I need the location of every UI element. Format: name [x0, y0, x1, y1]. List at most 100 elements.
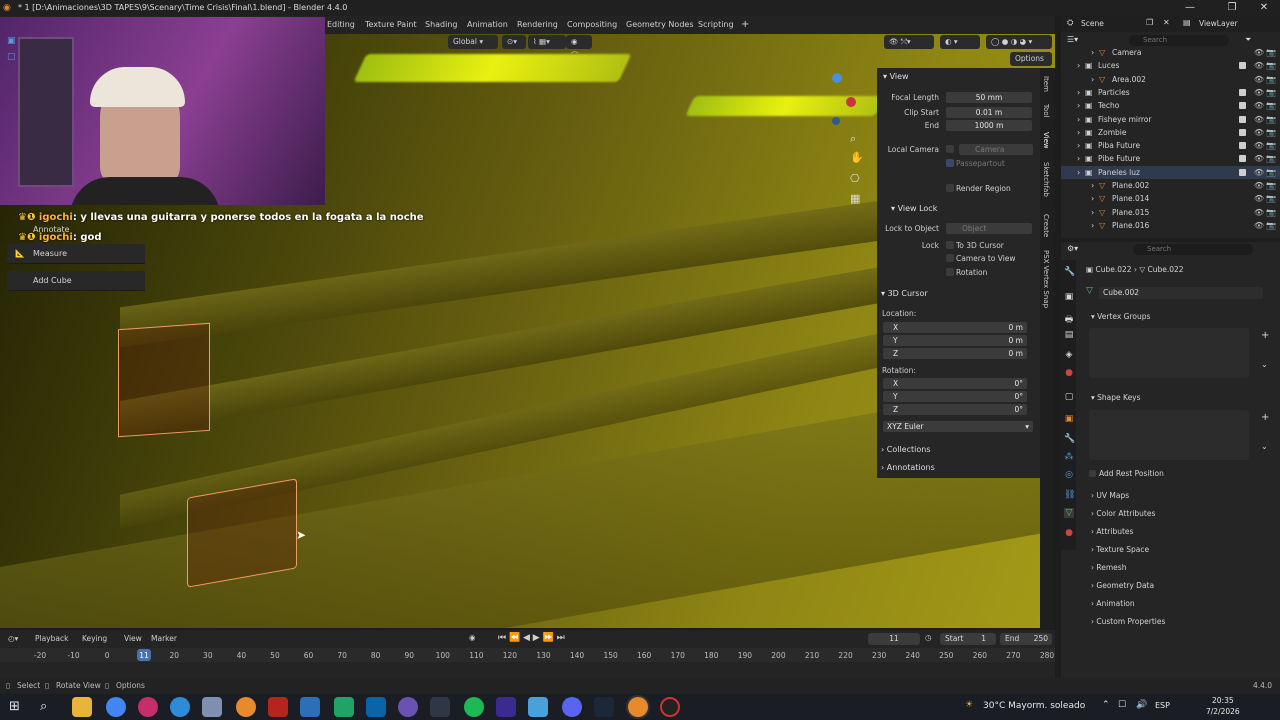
- tab-view[interactable]: View: [1042, 132, 1050, 149]
- render-visibility-icon[interactable]: 📷: [1266, 192, 1276, 205]
- tab-editing[interactable]: Editing: [322, 16, 360, 34]
- visibility-dropdown[interactable]: 👁 ⤲▾: [884, 35, 934, 49]
- marker-menu[interactable]: Marker: [151, 634, 177, 643]
- tab-tool[interactable]: Tool: [1042, 104, 1050, 118]
- render-visibility-icon[interactable]: 📷: [1266, 166, 1276, 179]
- local-camera-field[interactable]: Camera: [959, 144, 1033, 155]
- expand-arrow-icon[interactable]: ›: [1077, 152, 1080, 165]
- clock-date[interactable]: 7/2/2026: [1206, 707, 1240, 716]
- exclude-checkbox[interactable]: [1239, 155, 1246, 163]
- exclude-checkbox[interactable]: [1239, 168, 1246, 176]
- tool-add-cube[interactable]: Add Cube: [7, 271, 145, 291]
- file-explorer-icon[interactable]: [72, 697, 92, 717]
- tool-props-icon[interactable]: 🔧: [1064, 267, 1075, 277]
- timeline-editor-icon[interactable]: ◴▾: [8, 634, 18, 643]
- lock-to-object-field[interactable]: Object: [946, 223, 1032, 234]
- visibility-eye-icon[interactable]: 👁: [1254, 139, 1264, 152]
- discord-icon[interactable]: [562, 697, 582, 717]
- rotation-mode-dropdown[interactable]: XYZ Euler ▾: [883, 421, 1033, 432]
- outliner-row[interactable]: › ▣ Piba Future 👁 📷: [1061, 139, 1280, 152]
- end-frame-field[interactable]: End 250: [1000, 633, 1052, 645]
- start-frame-field[interactable]: Start 1: [940, 633, 996, 645]
- vertex-groups-list[interactable]: [1089, 328, 1249, 378]
- display-mode-icon[interactable]: ☰▾: [1067, 35, 1078, 44]
- exclude-checkbox[interactable]: [1239, 128, 1246, 136]
- outliner-row[interactable]: › ▣ Particles 👁 📷: [1061, 86, 1280, 99]
- cursor-loc-x-field[interactable]: X 0 m: [883, 322, 1027, 333]
- notepad-icon[interactable]: [528, 697, 548, 717]
- editor-type-icon[interactable]: ⚙▾: [1067, 244, 1078, 253]
- view-layer-props-icon[interactable]: ▤: [1064, 330, 1074, 340]
- video-app-icon[interactable]: [268, 697, 288, 717]
- uv-maps-header[interactable]: › UV Maps: [1091, 491, 1129, 500]
- filter-icon[interactable]: ⏷: [1245, 35, 1251, 45]
- render-visibility-icon[interactable]: 📷: [1266, 206, 1276, 219]
- render-visibility-icon[interactable]: 📷: [1266, 152, 1276, 165]
- texture-space-header[interactable]: › Texture Space: [1091, 545, 1149, 554]
- particles-props-icon[interactable]: ⁂: [1064, 452, 1074, 462]
- render-visibility-icon[interactable]: 📷: [1266, 73, 1276, 86]
- selected-object-outline[interactable]: [118, 322, 210, 438]
- proportional-edit-button[interactable]: ◉ ⌒: [566, 35, 592, 60]
- frame-ruler[interactable]: [0, 648, 1055, 662]
- exclude-checkbox[interactable]: [1239, 102, 1246, 110]
- geometry-data-header[interactable]: › Geometry Data: [1091, 581, 1154, 590]
- outliner-row[interactable]: › ▣ Luces 👁 📷: [1061, 59, 1280, 72]
- mesh-data-props-icon[interactable]: ▽: [1064, 508, 1074, 518]
- snap-dropdown[interactable]: ⌇ ▦▾: [528, 35, 566, 49]
- timeline-view-menu[interactable]: View: [124, 634, 142, 643]
- outliner-row[interactable]: › ▽ Plane.016 👁 📷: [1061, 219, 1280, 232]
- exclude-checkbox[interactable]: [1239, 88, 1246, 96]
- tab-shading[interactable]: Shading: [420, 16, 463, 34]
- render-visibility-icon[interactable]: 📷: [1266, 113, 1276, 126]
- after-effects-icon[interactable]: [496, 697, 516, 717]
- expand-arrow-icon[interactable]: ›: [1077, 59, 1080, 72]
- steam-icon[interactable]: [594, 697, 614, 717]
- playback-controls[interactable]: ⏮ ⏪ ◀ ▶ ⏩ ⏭: [498, 633, 565, 643]
- clip-start-field[interactable]: 0.01 m: [946, 107, 1032, 118]
- viewlayer-name[interactable]: ViewLayer: [1199, 19, 1238, 28]
- app-icon[interactable]: [202, 697, 222, 717]
- cursor-rot-y-field[interactable]: Y 0°: [883, 391, 1027, 402]
- tool-measure[interactable]: 📐 Measure: [7, 244, 145, 264]
- outliner-row[interactable]: › ▽ Plane.002 👁 📷: [1061, 179, 1280, 192]
- gizmo-neg-z-axis[interactable]: [832, 117, 840, 125]
- expand-arrow-icon[interactable]: ›: [1077, 166, 1080, 179]
- render-region-checkbox[interactable]: [946, 184, 954, 192]
- exclude-checkbox[interactable]: [1239, 115, 1246, 123]
- material-props-icon[interactable]: ●: [1064, 528, 1074, 538]
- pan-hand-icon[interactable]: ✋: [850, 151, 864, 164]
- tab-geometry-nodes[interactable]: Geometry Nodes: [621, 16, 698, 34]
- render-visibility-icon[interactable]: 📷: [1266, 139, 1276, 152]
- lock-rotation-checkbox[interactable]: [946, 268, 954, 276]
- add-shape-key-icon[interactable]: +: [1261, 412, 1269, 423]
- weather-text[interactable]: 30°C Mayorm. soleado: [983, 701, 1085, 711]
- options-button[interactable]: Options ▾: [1010, 52, 1052, 77]
- tab-rendering[interactable]: Rendering: [512, 16, 563, 34]
- search-icon[interactable]: ⌕: [40, 699, 47, 714]
- gizmo-x-axis[interactable]: [846, 97, 856, 107]
- vscode-icon[interactable]: [366, 697, 386, 717]
- visibility-eye-icon[interactable]: 👁: [1254, 46, 1264, 59]
- render-visibility-icon[interactable]: 📷: [1266, 46, 1276, 59]
- outliner-row[interactable]: › ▽ Plane.015 👁 📷: [1061, 206, 1280, 219]
- outliner-row[interactable]: › ▣ Fisheye mirror 👁 📷: [1061, 113, 1280, 126]
- animation-header[interactable]: › Animation: [1091, 599, 1135, 608]
- outliner-search-input[interactable]: Search: [1129, 35, 1229, 46]
- world-props-icon[interactable]: ●: [1064, 368, 1074, 378]
- transform-orientation-dropdown[interactable]: Global ▾: [448, 35, 498, 49]
- outliner-row[interactable]: › ▣ Pibe Future 👁 📷: [1061, 152, 1280, 165]
- exclude-checkbox[interactable]: [1239, 62, 1246, 70]
- outliner-row[interactable]: › ▣ Zombie 👁 📷: [1061, 126, 1280, 139]
- view-lock-header[interactable]: ▾ View Lock: [891, 204, 937, 213]
- tab-scripting[interactable]: Scripting: [693, 16, 739, 34]
- remesh-header[interactable]: › Remesh: [1091, 563, 1126, 572]
- shape-key-menu-icon[interactable]: ⌄: [1261, 442, 1268, 451]
- blender-icon[interactable]: [236, 697, 256, 717]
- expand-arrow-icon[interactable]: ›: [1077, 86, 1080, 99]
- vertex-groups-header[interactable]: ▾ Vertex Groups: [1091, 312, 1150, 321]
- object-props-icon[interactable]: ▣: [1064, 414, 1074, 424]
- shape-keys-list[interactable]: [1089, 410, 1249, 460]
- minimize-icon[interactable]: —: [1172, 0, 1208, 16]
- pivot-dropdown[interactable]: ⊙▾: [502, 35, 526, 49]
